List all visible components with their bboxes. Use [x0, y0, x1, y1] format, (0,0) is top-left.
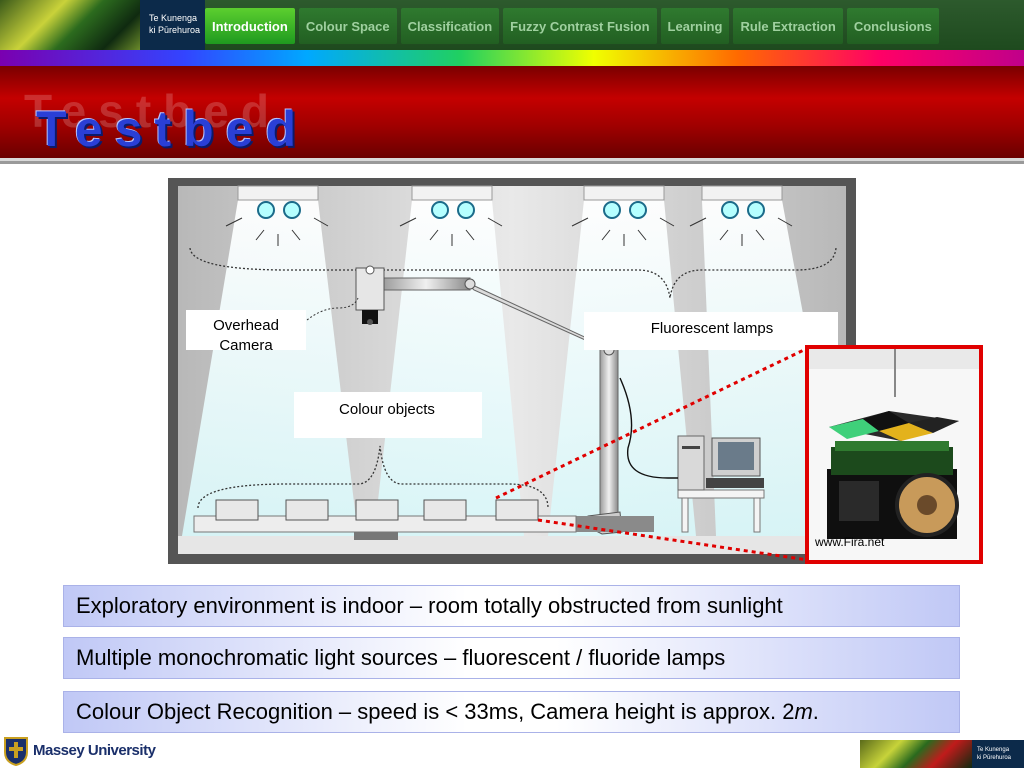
title-band: Testbed Testbed [0, 66, 1024, 164]
header-logo-image [0, 0, 140, 50]
bullet-text: Colour Object Recognition – speed is < 3… [76, 699, 819, 725]
header-logo-line1: Te Kunenga [149, 13, 198, 23]
section-nav: Introduction Colour Space Classification… [205, 0, 1024, 50]
header-logo-text: Te Kunenga ki Pūrehuroa [140, 0, 205, 50]
bullet-text: Multiple monochromatic light sources – f… [76, 645, 726, 670]
crest-icon [4, 737, 28, 766]
footer-logo: Te Kunenga ki Pūrehuroa [860, 740, 1024, 768]
photo-credit: www.Fira.net [815, 535, 885, 549]
tab-conclusions[interactable]: Conclusions [846, 8, 939, 44]
footer-logo-line1: Te Kunenga [977, 747, 1010, 753]
tab-classification[interactable]: Classification [400, 8, 500, 44]
massey-logo: Massey University [0, 732, 170, 768]
university-name: Massey University [33, 742, 156, 759]
tab-rule-extraction[interactable]: Rule Extraction [733, 8, 843, 44]
robot-image [809, 349, 979, 560]
bullet-text-end: . [812, 699, 819, 724]
robot-photo: www.Fira.net [805, 345, 983, 564]
testbed-diagram: Overhead Camera Fluorescent lamps Colour… [168, 178, 856, 564]
tab-introduction[interactable]: Introduction [205, 8, 295, 44]
bullet-item: Multiple monochromatic light sources – f… [63, 637, 960, 679]
header-logo-line2: ki Pūrehuroa [149, 25, 201, 35]
rainbow-divider [0, 50, 1024, 66]
bullet-item: Colour Object Recognition – speed is < 3… [63, 691, 960, 733]
camera-label-line2: Camera [219, 337, 273, 354]
objects-label: Colour objects [339, 401, 435, 418]
footer-logo-line2: ki Pūrehuroa [977, 755, 1012, 761]
bullet-text: Exploratory environment is indoor – room… [76, 593, 783, 618]
tab-fuzzy-contrast-fusion[interactable]: Fuzzy Contrast Fusion [503, 8, 657, 44]
camera-label-line1: Overhead [213, 317, 279, 334]
lamps-label: Fluorescent lamps [651, 320, 774, 337]
footer-logo-image [860, 740, 972, 768]
footer-logo-text: Te Kunenga ki Pūrehuroa [972, 740, 1024, 768]
bullet-text-main: Colour Object Recognition – speed is < 3… [76, 699, 795, 724]
page-title: Testbed [36, 101, 308, 157]
top-banner: Te Kunenga ki Pūrehuroa Introduction Col… [0, 0, 1024, 50]
tab-learning[interactable]: Learning [660, 8, 730, 44]
tab-colour-space[interactable]: Colour Space [298, 8, 397, 44]
bullet-text-unit: m [794, 699, 813, 724]
bullet-item: Exploratory environment is indoor – room… [63, 585, 960, 627]
